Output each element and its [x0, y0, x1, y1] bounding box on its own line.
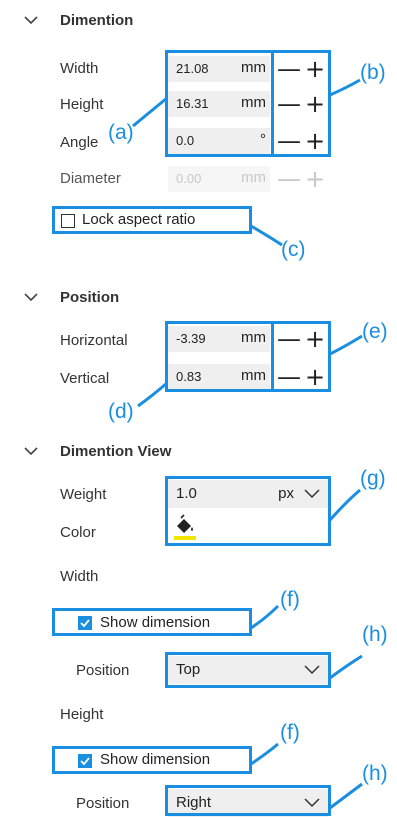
horizontal-label: Horizontal — [60, 332, 128, 349]
chevron-down-icon[interactable] — [24, 15, 38, 25]
width-heading: Width — [60, 568, 99, 585]
callout-box-h1 — [165, 652, 331, 688]
callout-box-e — [271, 321, 331, 392]
callout-box-c — [52, 206, 252, 234]
height-label: Height — [60, 96, 104, 113]
callout-label-h2: (h) — [362, 762, 388, 785]
section-title-dimension-view[interactable]: Dimention View — [60, 443, 171, 460]
color-label: Color — [60, 524, 96, 541]
diameter-unit: mm — [241, 169, 266, 186]
callout-box-g — [165, 476, 331, 546]
chevron-down-icon[interactable] — [24, 446, 38, 456]
height-heading: Height — [60, 706, 104, 723]
section-title-position[interactable]: Position — [60, 289, 119, 306]
section-title-dimension[interactable]: Dimention — [60, 12, 133, 29]
callout-box-b — [271, 50, 331, 157]
diameter-increment-button: + — [305, 165, 326, 193]
callout-box-d — [165, 321, 274, 392]
callout-label-h1: (h) — [362, 623, 388, 646]
width-label: Width — [60, 60, 99, 77]
callout-label-g: (g) — [360, 467, 386, 490]
chevron-down-icon[interactable] — [24, 292, 38, 302]
callout-label-f1: (f) — [280, 588, 300, 611]
height-position-label: Position — [76, 795, 130, 812]
diameter-decrement-button: — — [277, 165, 301, 193]
vertical-label: Vertical — [60, 370, 110, 387]
angle-label: Angle — [60, 134, 99, 151]
weight-label: Weight — [60, 486, 107, 503]
callout-label-a: (a) — [108, 121, 134, 144]
callout-label-d: (d) — [108, 400, 134, 423]
callout-label-b: (b) — [360, 61, 386, 84]
diameter-label: Diameter — [60, 170, 121, 187]
callout-box-h2 — [165, 785, 331, 816]
diameter-value: 0.00 — [176, 171, 202, 186]
callout-label-c: (c) — [281, 238, 306, 261]
callout-box-f2 — [52, 746, 252, 774]
callout-label-f2: (f) — [280, 721, 300, 744]
diameter-field: 0.00 mm — [168, 166, 270, 192]
callout-label-e: (e) — [362, 320, 388, 343]
callout-box-f1 — [52, 608, 252, 636]
callout-box-a — [165, 50, 274, 157]
width-position-label: Position — [76, 662, 130, 679]
